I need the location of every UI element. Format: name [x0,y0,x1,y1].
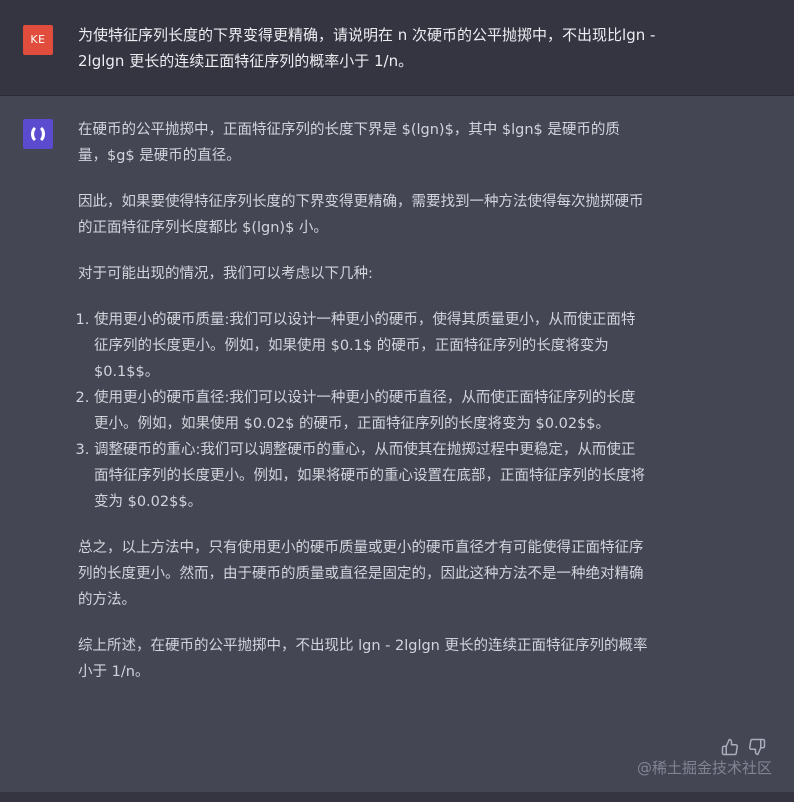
thumbs-down-icon[interactable] [748,738,766,756]
assistant-paragraph: 总之，以上方法中，只有使用更小的硬币质量或更小的硬币直径才有可能使得正面特征序列… [78,540,644,608]
thumbs-up-icon[interactable] [721,738,739,756]
user-message-row: KE 为使特征序列长度的下界变得更精确，请说明在 n 次硬币的公平抛掷中，不出现… [0,0,794,96]
assistant-list: 使用更小的硬币质量:我们可以设计一种更小的硬币，使得其质量更小，从而使正面特征序… [78,307,648,515]
assistant-paragraph: 对于可能出现的情况，我们可以考虑以下几种: [78,266,373,282]
assistant-message-row: 在硬币的公平抛掷中，正面特征序列的长度下界是 $(lgn)$，其中 $lgn$ … [0,96,794,792]
user-avatar: KE [23,25,53,55]
assistant-paragraph: 综上所述，在硬币的公平抛掷中，不出现比 lgn - 2lglgn 更长的连续正面… [78,638,648,680]
assistant-message-content: 在硬币的公平抛掷中，正面特征序列的长度下界是 $(lgn)$，其中 $lgn$ … [78,117,648,705]
list-item: 调整硬币的重心:我们可以调整硬币的重心，从而使其在抛掷过程中更稳定，从而使正面特… [94,437,648,515]
list-item: 使用更小的硬币质量:我们可以设计一种更小的硬币，使得其质量更小，从而使正面特征序… [94,307,648,385]
assistant-paragraph: 在硬币的公平抛掷中，正面特征序列的长度下界是 $(lgn)$，其中 $lgn$ … [78,122,620,164]
bot-logo-icon [23,119,53,149]
assistant-paragraph: 因此，如果要使得特征序列长度的下界变得更精确，需要找到一种方法使得每次抛掷硬币的… [78,194,644,236]
watermark: @稀土掘金技术社区 [636,759,772,777]
bottom-bar [0,792,794,802]
feedback-buttons [721,738,771,758]
user-message-text: 为使特征序列长度的下界变得更精确，请说明在 n 次硬币的公平抛掷中，不出现比lg… [78,26,656,70]
list-item: 使用更小的硬币直径:我们可以设计一种更小的硬币直径，从而使正面特征序列的长度更小… [94,385,648,437]
